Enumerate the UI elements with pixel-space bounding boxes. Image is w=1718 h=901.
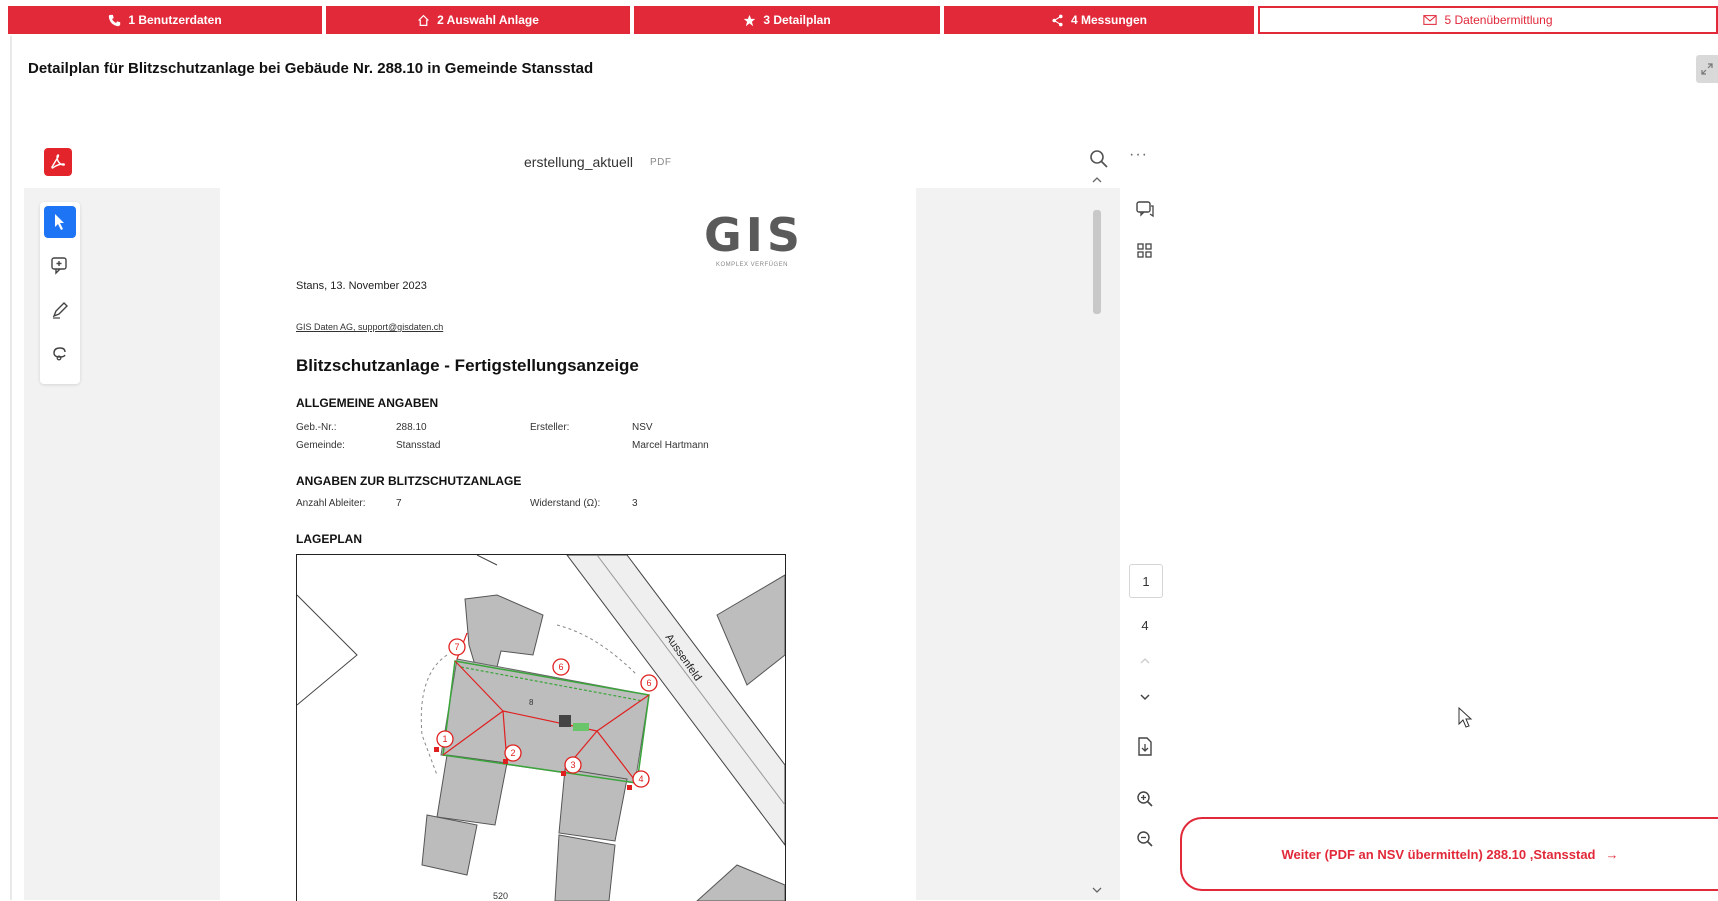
tab-label: 4 Messungen [1070, 13, 1148, 27]
total-pages: 4 [1141, 618, 1149, 633]
comments-panel-button[interactable] [1132, 196, 1158, 222]
contact-line: GIS Daten AG, support@gisdaten.ch [296, 322, 444, 332]
zoom-in-button[interactable] [1132, 786, 1158, 812]
document-heading: Blitzschutzanlage - Fertigstellungsanzei… [296, 356, 639, 375]
document-name: erstellung_aktuell [524, 154, 633, 170]
expand-button[interactable] [1696, 55, 1718, 83]
label: Gemeinde: [296, 440, 345, 451]
date-line: Stans, 13. November 2023 [296, 280, 427, 292]
tab-detailplan[interactable]: 3 Detailplan [634, 6, 940, 34]
map-marker: 4 [638, 774, 643, 784]
page-up-icon [1140, 658, 1150, 664]
viewer-header: erstellung_aktuell PDF ··· [24, 136, 1170, 186]
thumbnails-icon [1137, 243, 1152, 258]
site-plan-drawing: 7 6 6 1 2 3 4 8 520 Aussenfeld [297, 555, 785, 901]
section-heading: LAGEPLAN [296, 532, 362, 546]
mail-icon [1423, 15, 1438, 25]
annotation-toolbox [40, 202, 80, 384]
page-up-button[interactable] [1132, 648, 1158, 674]
submit-pdf-button[interactable]: Weiter (PDF an NSV übermitteln) 288.10 ,… [1180, 817, 1718, 891]
lasso-tool-icon [53, 347, 66, 361]
value: Stansstad [396, 440, 441, 451]
lasso-tool-button[interactable] [44, 338, 76, 370]
comments-panel-icon [1136, 201, 1154, 218]
zoom-out-icon [1137, 831, 1153, 847]
tab-messungen[interactable]: 4 Messungen [944, 6, 1254, 34]
page-title: Detailplan für Blitzschutzanlage bei Geb… [28, 60, 594, 77]
phone-icon [109, 14, 121, 26]
document-type: PDF [650, 157, 672, 168]
select-tool-icon [55, 214, 64, 230]
scroll-up-icon[interactable] [1091, 176, 1103, 184]
logo-text: GIS [704, 208, 805, 262]
logo-subtitle: KOMPLEX VERFÜGEN [715, 262, 788, 268]
tab-datenuebermittlung[interactable]: 5 Datenübermittlung [1258, 6, 1718, 34]
submit-button-label: Weiter (PDF an NSV übermitteln) 288.10 ,… [1281, 846, 1596, 862]
arrow-right-icon: → [1605, 846, 1619, 862]
export-button[interactable] [1132, 734, 1158, 760]
zoom-out-button[interactable] [1132, 826, 1158, 852]
value: NSV [632, 422, 653, 433]
tab-benutzerdaten[interactable]: 1 Benutzerdaten [8, 6, 322, 34]
value: 288.10 [396, 422, 427, 433]
map-marker: 6 [646, 678, 651, 688]
page-down-icon [1140, 694, 1150, 701]
mouse-cursor-icon [1458, 707, 1473, 728]
label: Anzahl Ableiter: [296, 498, 366, 509]
more-icon[interactable]: ··· [1129, 146, 1148, 164]
tab-label: 5 Datenübermittlung [1444, 13, 1553, 27]
search-icon[interactable] [1088, 148, 1110, 170]
map-marker: 7 [454, 642, 459, 652]
scrollbar-thumb[interactable] [1093, 210, 1101, 314]
section-heading: ANGABEN ZUR BLITZSCHUTZANLAGE [296, 474, 522, 488]
tab-label: 3 Detailplan [763, 13, 831, 27]
map-marker: 1 [442, 734, 447, 744]
gis-logo: GIS KOMPLEX VERFÜGEN [704, 208, 805, 282]
pen-tool-button[interactable] [44, 294, 76, 326]
tab-label: 1 Benutzerdaten [128, 13, 222, 27]
section-heading: ALLGEMEINE ANGABEN [296, 396, 439, 410]
label: Widerstand (Ω): [530, 498, 601, 509]
tab-label: 2 Auswahl Anlage [437, 13, 539, 27]
page-down-button[interactable] [1132, 684, 1158, 710]
label: Geb.-Nr.: [296, 422, 337, 433]
export-icon [1138, 737, 1152, 756]
select-tool-button[interactable] [44, 206, 76, 238]
frame-border [10, 36, 12, 900]
value: 3 [632, 498, 638, 509]
expand-icon [1701, 63, 1713, 75]
comment-tool-icon [51, 257, 67, 275]
step-tabs: 1 Benutzerdaten 2 Auswahl Anlage 3 Detai… [0, 0, 1718, 36]
label: Ersteller: [530, 422, 570, 433]
tab-auswahl-anlage[interactable]: 2 Auswahl Anlage [326, 6, 630, 34]
star-icon [744, 14, 756, 26]
map-marker: 3 [570, 760, 575, 770]
map-marker: 2 [510, 748, 515, 758]
map-number: 8 [529, 698, 534, 707]
pdf-viewer: erstellung_aktuell PDF ··· GIS KOMPLEX V… [24, 136, 1170, 901]
pdf-icon [44, 148, 72, 176]
share-icon [1052, 14, 1063, 26]
scroll-down-icon[interactable] [1091, 886, 1103, 894]
pen-tool-icon [52, 302, 68, 319]
thumbnails-button[interactable] [1132, 238, 1158, 264]
viewer-right-toolbar: 1 4 [1120, 188, 1170, 900]
current-page-input[interactable]: 1 [1129, 564, 1163, 598]
site-plan-map: 7 6 6 1 2 3 4 8 520 Aussenfeld [296, 554, 786, 901]
pdf-page: GIS KOMPLEX VERFÜGEN Stans, 13. November… [220, 188, 916, 901]
comment-tool-button[interactable] [44, 250, 76, 282]
value: 7 [396, 498, 402, 509]
home-icon [418, 14, 429, 26]
value: Marcel Hartmann [632, 440, 709, 451]
zoom-in-icon [1137, 791, 1153, 807]
map-marker: 6 [558, 662, 563, 672]
